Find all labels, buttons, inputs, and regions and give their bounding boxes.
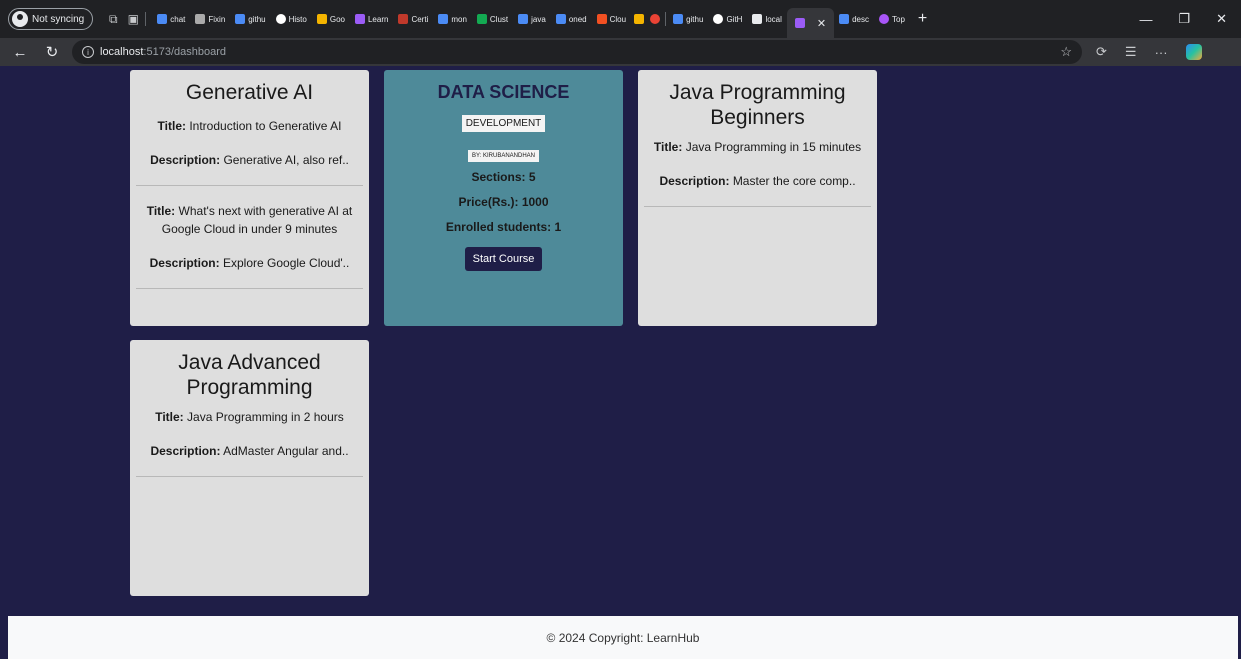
toolbar-icons: ⟳ ☰ ··· bbox=[1096, 44, 1202, 60]
course-title: Generative AI bbox=[185, 81, 314, 104]
tab[interactable]: GitH bbox=[708, 6, 747, 32]
mongodb-icon bbox=[476, 14, 487, 24]
sync-label: Not syncing bbox=[32, 13, 85, 25]
url-path: :5173/dashboard bbox=[143, 46, 226, 58]
course-title: Java Advanced Programming bbox=[178, 351, 321, 399]
course-card-generative-ai: Generative AI Title: Introduction to Gen… bbox=[130, 70, 369, 326]
info-icon[interactable]: i bbox=[82, 46, 94, 58]
search-icon bbox=[555, 14, 566, 24]
tab[interactable]: Clou bbox=[592, 6, 631, 32]
sections-count: Sections: 5 bbox=[471, 170, 536, 184]
tab[interactable]: local bbox=[747, 6, 786, 32]
tab[interactable]: githu bbox=[668, 6, 708, 32]
divider bbox=[136, 185, 363, 186]
lesson-item: Title: What's next with generative AI at… bbox=[136, 198, 363, 289]
close-window-icon[interactable]: ✕ bbox=[1216, 11, 1227, 27]
more-options-icon[interactable]: ··· bbox=[1155, 45, 1168, 60]
record-icon[interactable] bbox=[650, 14, 661, 24]
tab[interactable]: Histo bbox=[271, 6, 312, 32]
tab-strip: chat Fixin githu Histo Goo Learn Certi m… bbox=[152, 0, 927, 38]
tab-separator bbox=[665, 12, 667, 26]
lesson-description: Description: Explore Google Cloud'.. bbox=[149, 256, 350, 270]
tab[interactable]: oned bbox=[551, 6, 592, 32]
window-controls: — ❐ ✕ bbox=[1139, 0, 1233, 38]
category-badge: DEVELOPMENT bbox=[461, 115, 546, 132]
tab[interactable]: Certi bbox=[393, 6, 433, 32]
course-card-java-beginners: Java Programming Beginners Title: Java P… bbox=[638, 70, 877, 326]
tab[interactable]: Top bbox=[874, 6, 910, 32]
copilot-icon[interactable] bbox=[1185, 44, 1202, 60]
lesson-title: Title: Java Programming in 2 hours bbox=[155, 410, 344, 424]
vite-icon bbox=[794, 18, 805, 28]
microsoft-icon bbox=[596, 14, 607, 24]
tab-separator bbox=[145, 12, 147, 26]
vite-icon bbox=[354, 14, 365, 24]
address-bar: ← ↻ i localhost:5173/dashboard ☆ ⟳ ☰ ··· bbox=[0, 38, 1241, 66]
refresh-icon[interactable]: ↻ bbox=[40, 43, 64, 61]
divider bbox=[136, 288, 363, 289]
tab[interactable]: Learn bbox=[350, 6, 393, 32]
lesson-description: Description: AdMaster Angular and.. bbox=[150, 444, 349, 458]
tab[interactable]: githu bbox=[230, 6, 270, 32]
featured-course-card: DATA SCIENCE DEVELOPMENT BY: KIRUBANANDH… bbox=[384, 70, 623, 326]
tab-active[interactable]: ✕ bbox=[786, 8, 835, 38]
lesson-description: Description: Master the core comp.. bbox=[659, 174, 856, 188]
tab[interactable]: java bbox=[513, 6, 551, 32]
site-icon bbox=[195, 14, 206, 24]
page-icon bbox=[752, 14, 763, 24]
course-title: Java Programming Beginners bbox=[669, 81, 846, 129]
favorites-icon[interactable]: ☰ bbox=[1125, 44, 1137, 60]
featured-course-title: DATA SCIENCE bbox=[437, 82, 570, 102]
tab[interactable]: Goo bbox=[312, 6, 350, 32]
lesson-title: Title: Introduction to Generative AI bbox=[157, 119, 342, 133]
lesson-item: Title: Java Programming in 2 hours Descr… bbox=[136, 408, 363, 477]
author-badge: BY: KIRUBANANDHAN bbox=[467, 150, 539, 162]
tab[interactable]: desc bbox=[834, 6, 874, 32]
lesson-item: Title: Introduction to Generative AI Des… bbox=[136, 113, 363, 186]
footer: © 2024 Copyright: LearnHub bbox=[8, 616, 1238, 659]
profile-sync-button[interactable]: Not syncing bbox=[8, 8, 94, 30]
google-cloud-icon bbox=[316, 14, 327, 24]
divider bbox=[644, 206, 871, 207]
tab[interactable]: Clust bbox=[472, 6, 513, 32]
github-icon bbox=[713, 14, 724, 24]
certificate-icon bbox=[398, 14, 409, 24]
search-icon bbox=[438, 14, 449, 24]
course-card-java-advanced: Java Advanced Programming Title: Java Pr… bbox=[130, 340, 369, 596]
tab[interactable]: Fixin bbox=[190, 6, 230, 32]
search-icon bbox=[235, 14, 246, 24]
back-arrow-icon[interactable]: ← bbox=[8, 44, 32, 61]
workspaces-icon[interactable]: ⧉ bbox=[103, 12, 123, 27]
start-course-button[interactable]: Start Course bbox=[464, 247, 543, 271]
tab[interactable]: mon bbox=[433, 6, 472, 32]
tab-actions-icon[interactable]: ▣ bbox=[123, 12, 143, 26]
tab[interactable]: chat bbox=[152, 6, 190, 32]
search-icon bbox=[839, 14, 850, 24]
divider bbox=[136, 476, 363, 477]
dashboard-page: Generative AI Title: Introduction to Gen… bbox=[8, 66, 1238, 659]
copyright-text: © 2024 Copyright: LearnHub bbox=[546, 630, 700, 645]
lesson-item: Title: Java Programming in 15 minutes De… bbox=[644, 138, 871, 207]
course-price: Price(Rs.): 1000 bbox=[458, 195, 549, 209]
search-icon bbox=[518, 14, 529, 24]
extensions-icon[interactable]: ⟳ bbox=[1096, 44, 1107, 60]
lesson-title: Title: Java Programming in 15 minutes bbox=[653, 140, 862, 154]
lesson-description: Description: Generative AI, also ref.. bbox=[150, 153, 349, 167]
site-icon bbox=[879, 14, 890, 24]
browser-tab-bar: Not syncing ⧉ ▣ chat Fixin githu Histo G… bbox=[0, 0, 1241, 38]
profile-icon bbox=[12, 11, 28, 27]
enrolled-count: Enrolled students: 1 bbox=[445, 220, 562, 234]
lesson-title: Title: What's next with generative AI at… bbox=[146, 204, 353, 236]
new-tab-button[interactable]: + bbox=[918, 10, 927, 28]
close-icon[interactable]: ✕ bbox=[817, 17, 826, 30]
url-host: localhost bbox=[100, 46, 144, 58]
search-icon bbox=[673, 14, 684, 24]
minimize-icon[interactable]: — bbox=[1139, 12, 1152, 27]
url-field[interactable]: i localhost:5173/dashboard ☆ bbox=[72, 40, 1082, 64]
github-icon bbox=[275, 14, 286, 24]
restore-icon[interactable]: ❐ bbox=[1178, 11, 1190, 27]
search-icon bbox=[157, 14, 168, 24]
favorite-star-icon[interactable]: ☆ bbox=[1060, 44, 1072, 60]
google-cloud-icon[interactable] bbox=[634, 14, 645, 24]
